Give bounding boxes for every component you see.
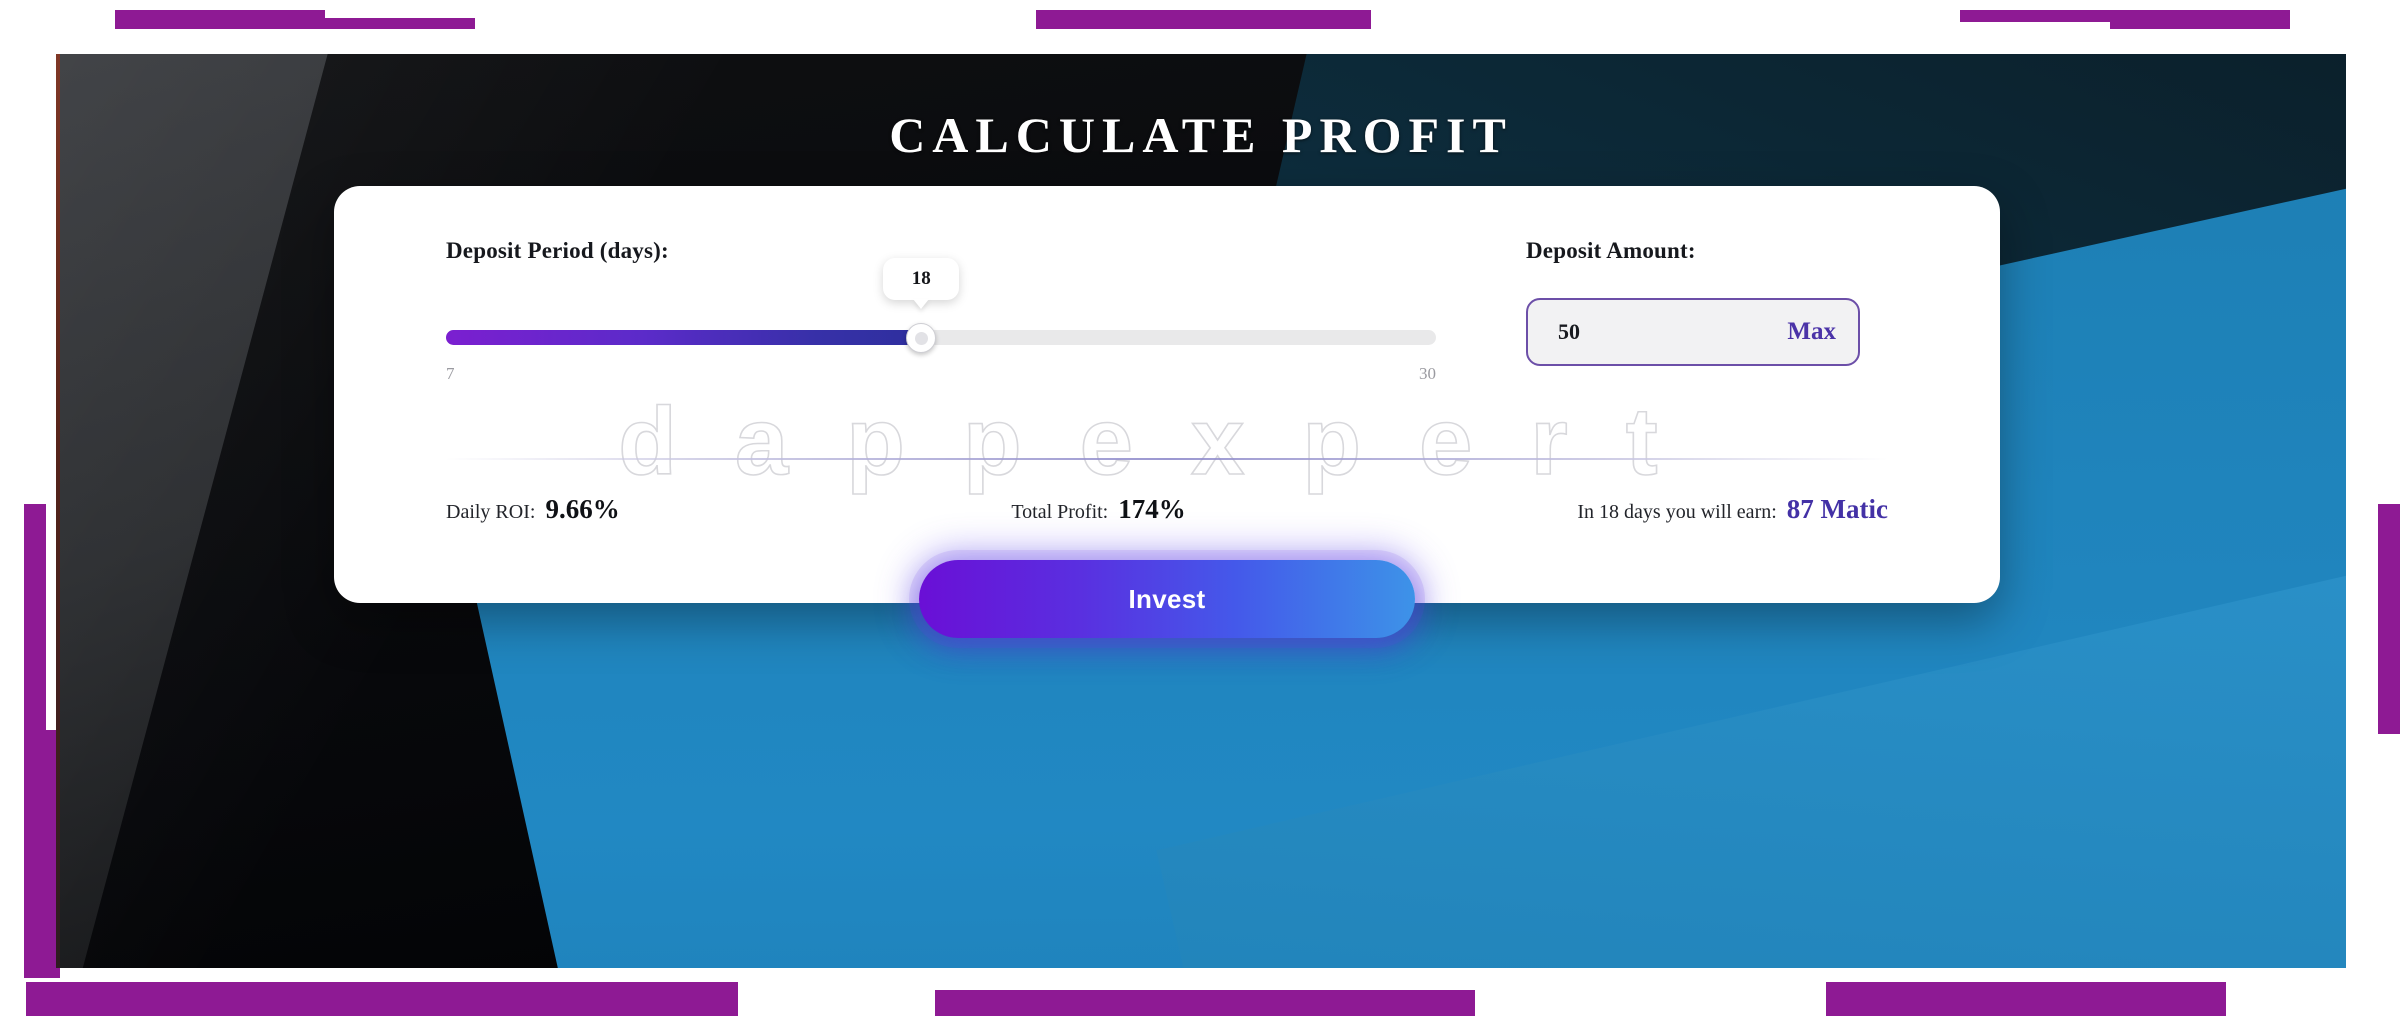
deco-bar-bottom-center	[935, 990, 1475, 1016]
max-button[interactable]: Max	[1787, 318, 1836, 346]
deco-bar-left-vertical	[24, 504, 46, 734]
result-daily-roi: Daily ROI: 9.66%	[446, 494, 620, 525]
result-value: 174%	[1118, 494, 1186, 524]
watermark-text: dappexpert	[617, 388, 1716, 495]
section-divider	[446, 458, 1888, 460]
result-label: Total Profit:	[1011, 501, 1109, 523]
slider-min-label: 7	[446, 364, 455, 383]
deposit-period-block: Deposit Period (days): 18 7 30	[446, 238, 1436, 383]
deco-bar-top-left-2	[115, 18, 475, 29]
hero-edge-accent	[56, 54, 60, 968]
slider-fill	[446, 330, 922, 345]
deposit-amount-block: Deposit Amount: Max	[1526, 238, 1886, 366]
deco-bar-bottom-left-2	[370, 990, 582, 1016]
profit-calculator-card: dappexpert Deposit Period (days): 18 7 3…	[334, 186, 2000, 638]
slider-handle[interactable]	[906, 323, 937, 353]
deco-bar-left-vertical-2	[24, 730, 60, 978]
deco-bar-right-vertical	[2378, 504, 2400, 734]
result-label: In 18 days you will earn:	[1577, 501, 1777, 523]
deco-bar-bottom-right-2	[1880, 990, 2220, 1016]
page-root: CALCULATE PROFIT dappexpert Deposit Peri…	[0, 0, 2400, 1016]
deco-bar-top-right-2	[2110, 14, 2290, 29]
result-value: 87 Matic	[1786, 494, 1888, 524]
deposit-period-slider[interactable]: 18 7 30	[446, 258, 1436, 383]
slider-value-tooltip: 18	[883, 258, 960, 300]
results-row: Daily ROI: 9.66% Total Profit: 174% In 1…	[446, 494, 1888, 525]
result-total-profit: Total Profit: 174%	[1011, 494, 1185, 525]
deposit-amount-label: Deposit Amount:	[1526, 238, 1696, 263]
deposit-amount-input[interactable]	[1556, 318, 1736, 346]
deco-bar-top-center	[1036, 10, 1371, 29]
page-title: CALCULATE PROFIT	[889, 106, 1513, 163]
invest-button[interactable]: Invest	[919, 560, 1415, 638]
result-earnings: In 18 days you will earn: 87 Matic	[1577, 494, 1888, 525]
result-value: 9.66%	[545, 494, 620, 524]
result-label: Daily ROI:	[446, 501, 536, 523]
deposit-amount-input-wrapper[interactable]: Max	[1526, 298, 1860, 366]
slider-max-label: 30	[1419, 364, 1436, 383]
